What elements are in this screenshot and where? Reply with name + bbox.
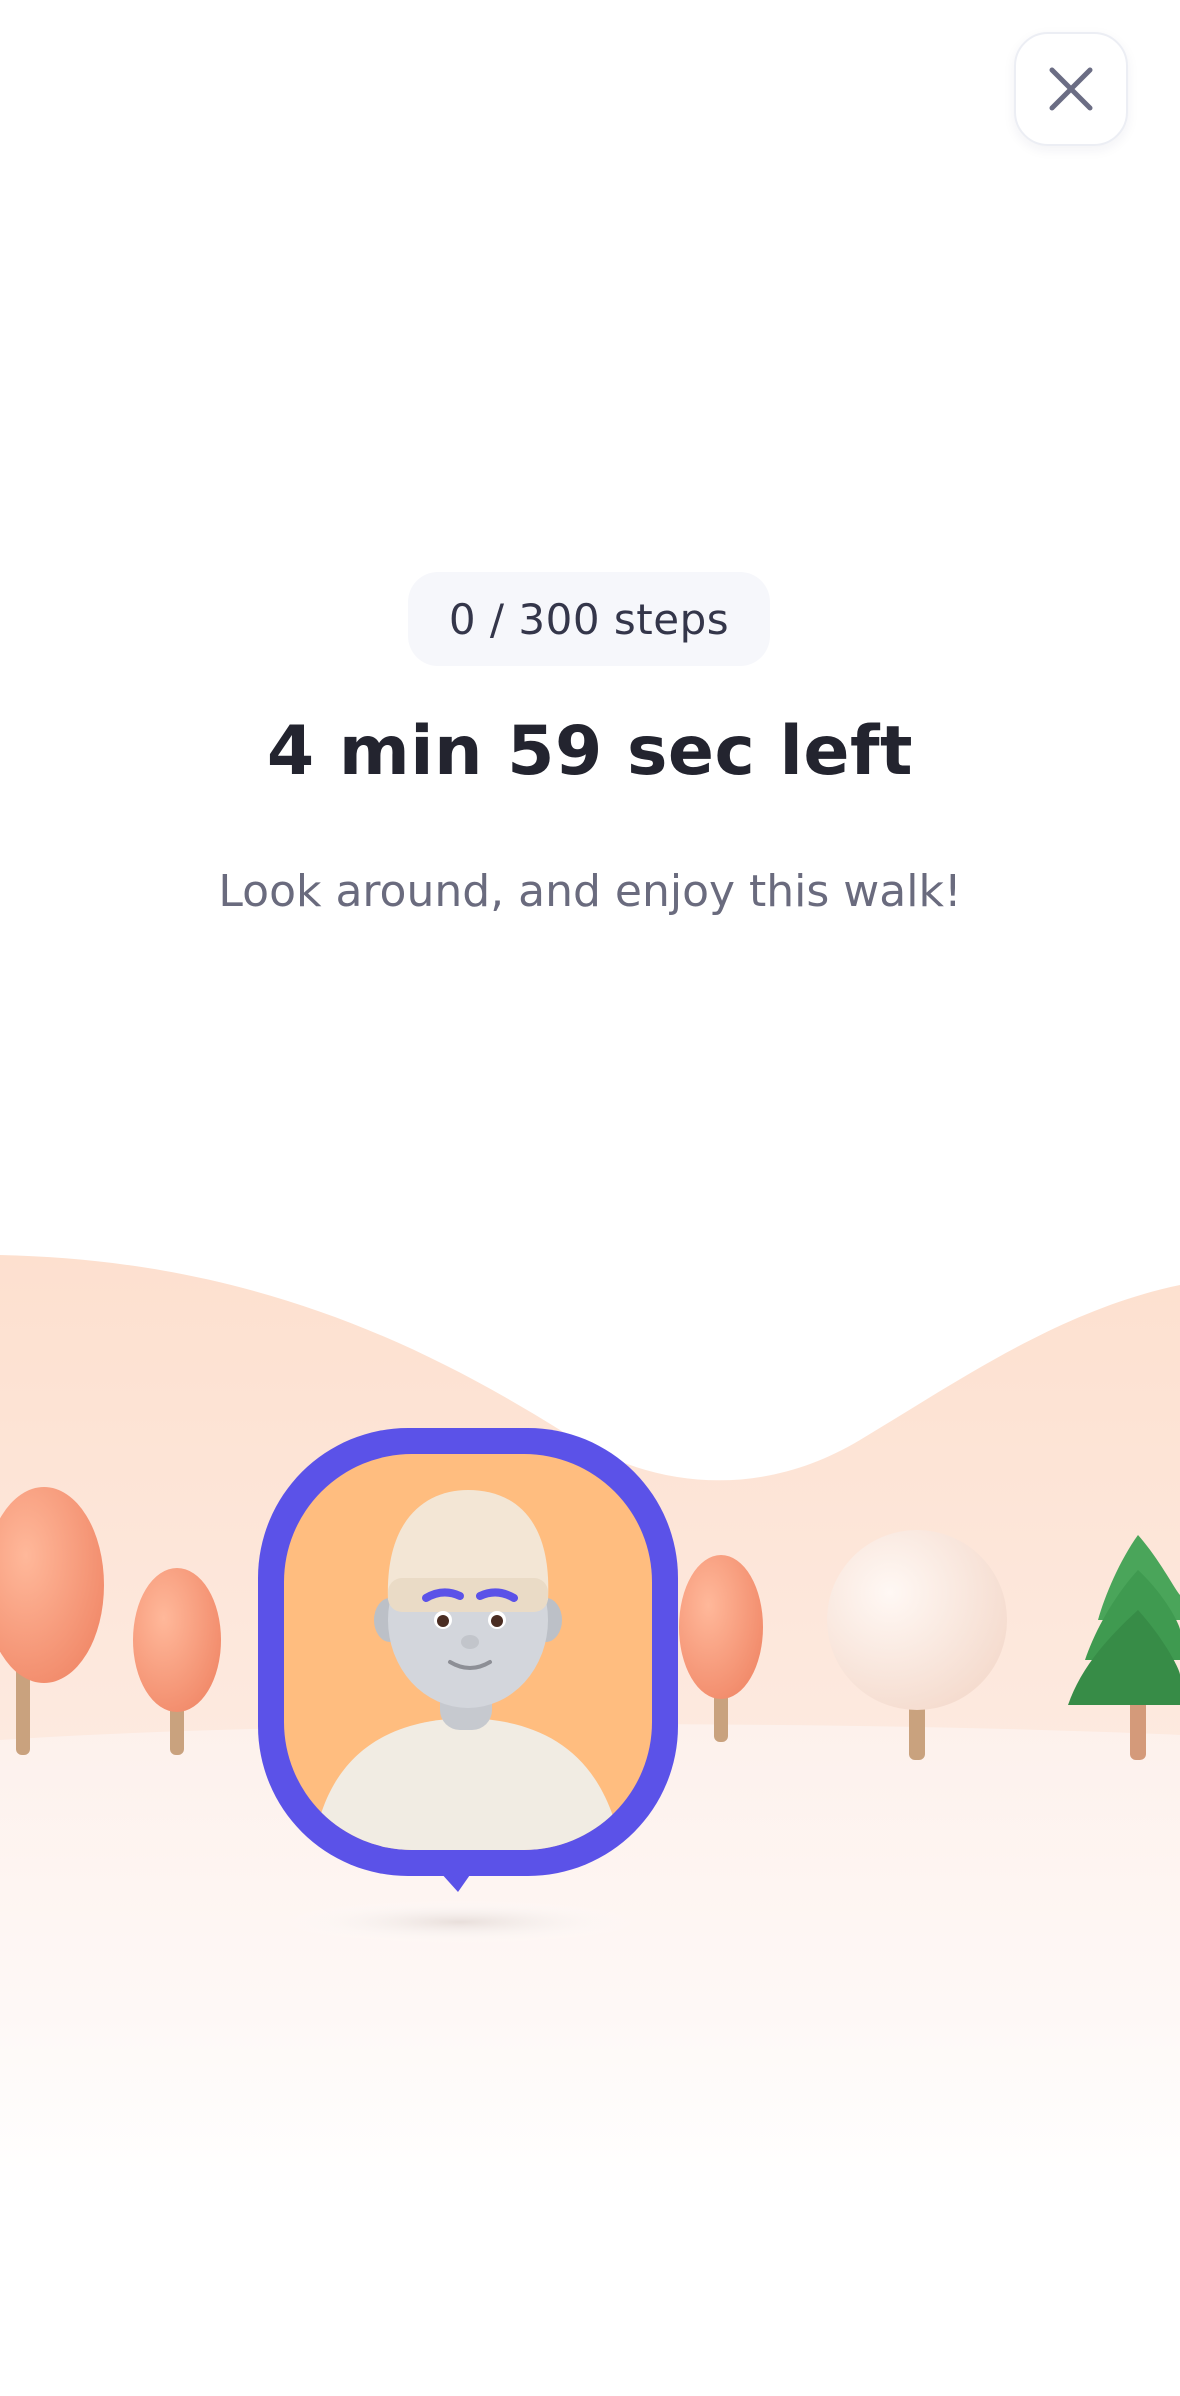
close-icon [1049,67,1093,111]
avatar-shadow [280,1900,640,1944]
close-button[interactable] [1014,32,1128,146]
walk-message: Look around, and enjoy this walk! [218,866,962,917]
walk-scene-illustration [0,1255,1180,2200]
steps-counter: 0 / 300 steps [408,572,770,666]
time-left-heading: 4 min 59 sec left [266,712,914,791]
avatar [258,1428,678,1892]
